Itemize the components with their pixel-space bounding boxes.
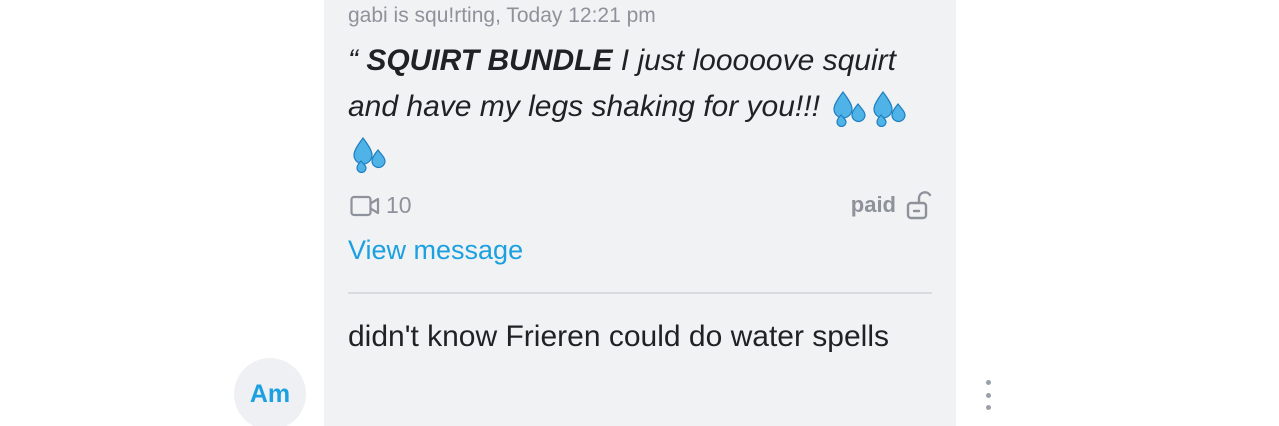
quoted-message-title: SQUIRT BUNDLE <box>366 44 613 77</box>
media-count: 10 <box>350 192 412 219</box>
video-camera-icon <box>350 195 380 216</box>
unlocked-padlock-icon <box>906 191 932 220</box>
view-message-link[interactable]: View message <box>348 235 523 266</box>
sweat-droplets-icon <box>833 91 866 128</box>
divider <box>348 292 932 294</box>
vertical-ellipsis-icon <box>985 380 991 385</box>
avatar[interactable]: Am <box>234 358 306 426</box>
quoted-message-header: gabi is squ!rting, Today 12:21 pm <box>348 4 656 27</box>
video-count: 10 <box>386 192 412 218</box>
chat-view: Am gabi is squ!rting, Today 12:21 pm “ S… <box>0 0 1279 426</box>
paid-status: paid <box>851 190 932 220</box>
sweat-droplets-icon <box>873 91 906 128</box>
more-options-button[interactable] <box>977 380 999 410</box>
paid-label: paid <box>850 192 896 217</box>
quoted-message-text: “ SQUIRT BUNDLE I just looooove squirt a… <box>348 38 938 176</box>
sweat-droplets-icon <box>353 137 386 174</box>
message-bubble: gabi is squ!rting, Today 12:21 pm “ SQUI… <box>324 0 956 426</box>
avatar-initials: Am <box>249 379 291 408</box>
reply-message-text: didn't know Frieren could do water spell… <box>348 320 889 353</box>
quote-mark: “ <box>348 44 367 77</box>
